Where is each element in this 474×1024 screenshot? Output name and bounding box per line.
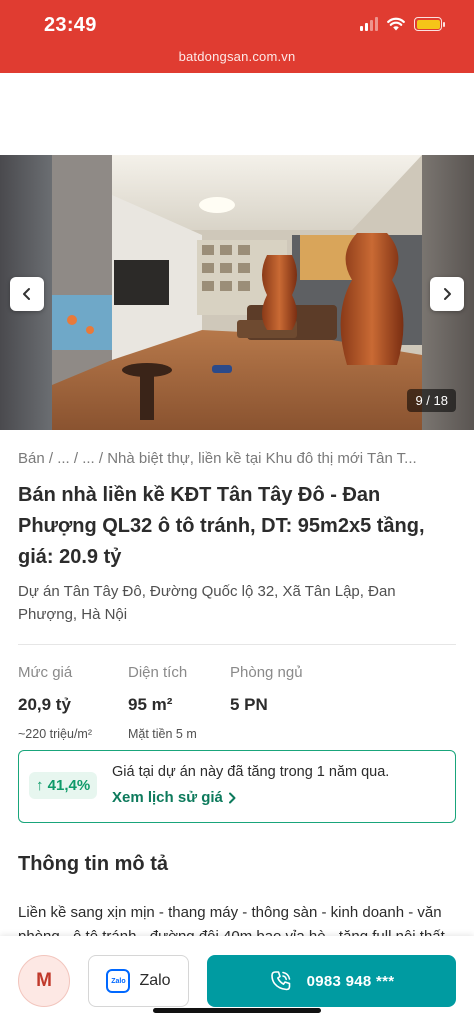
phone-number: 0983 948 *** bbox=[306, 972, 395, 990]
next-photo-button[interactable] bbox=[430, 277, 464, 311]
price-history-link[interactable]: Xem lịch sử giá bbox=[112, 789, 237, 806]
spec-bedrooms: Phòng ngủ 5 PN bbox=[230, 664, 340, 742]
status-time: 23:49 bbox=[44, 14, 97, 36]
cellular-signal-icon bbox=[360, 17, 378, 31]
spec-sub: ~220 triệu/m² bbox=[18, 727, 92, 741]
zalo-button[interactable]: Zalo Zalo bbox=[88, 955, 189, 1007]
spec-label: Mức giá bbox=[18, 664, 73, 681]
living-room-photo bbox=[52, 155, 422, 430]
url-bar[interactable]: batdongsan.com.vn bbox=[0, 49, 474, 64]
spec-value: 5 PN bbox=[230, 695, 268, 714]
price-history-label: Xem lịch sử giá bbox=[112, 789, 223, 806]
breadcrumb[interactable]: Bán / ... / ... / Nhà biệt thự, liền kề … bbox=[18, 450, 458, 467]
zalo-icon: Zalo bbox=[106, 969, 131, 993]
contact-bar: M Zalo Zalo 0983 948 *** bbox=[0, 936, 474, 1024]
price-trend-text: Giá tại dự án này đã tăng trong 1 năm qu… bbox=[112, 764, 390, 780]
zalo-label: Zalo bbox=[139, 972, 171, 989]
spec-area: Diện tích 95 m² Mặt tiền 5 m bbox=[128, 664, 230, 742]
call-button[interactable]: 0983 948 *** bbox=[207, 955, 456, 1007]
photo-counter: 9 / 18 bbox=[407, 389, 456, 412]
spec-value: 20,9 tỷ bbox=[18, 695, 71, 714]
chevron-right-icon bbox=[228, 792, 236, 803]
description-heading: Thông tin mô tả bbox=[18, 853, 168, 875]
listing-photo[interactable] bbox=[52, 155, 422, 430]
phone-icon bbox=[270, 971, 290, 991]
spec-label: Diện tích bbox=[128, 664, 188, 681]
chevron-left-icon bbox=[23, 288, 30, 300]
photo-gallery[interactable]: 9 / 18 bbox=[0, 155, 474, 430]
spec-price: Mức giá 20,9 tỷ ~220 triệu/m² bbox=[18, 664, 128, 742]
agent-avatar[interactable]: M bbox=[18, 955, 70, 1007]
status-icons bbox=[360, 17, 445, 31]
key-specs: Mức giá 20,9 tỷ ~220 triệu/m² Diện tích … bbox=[18, 664, 458, 742]
spec-label: Phòng ngủ bbox=[230, 664, 303, 681]
status-bar: 23:49 batdongsan.com.vn bbox=[0, 0, 474, 73]
spec-sub bbox=[230, 727, 340, 742]
battery-icon bbox=[414, 17, 445, 31]
price-change-badge: ↑ 41,4% bbox=[29, 772, 98, 799]
divider bbox=[18, 644, 456, 645]
previous-photo-button[interactable] bbox=[10, 277, 44, 311]
home-indicator bbox=[153, 1008, 321, 1013]
listing-title: Bán nhà liền kề KĐT Tân Tây Đô - Đan Phư… bbox=[18, 484, 425, 568]
listing-address: Dự án Tân Tây Đô, Đường Quốc lộ 32, Xã T… bbox=[18, 583, 396, 623]
spec-sub: Mặt tiền 5 m bbox=[128, 727, 197, 741]
chevron-right-icon bbox=[444, 288, 451, 300]
description-text: Liền kề sang xịn mịn - thang máy - thông… bbox=[18, 904, 449, 937]
price-trend-card[interactable]: ↑ 41,4% Giá tại dự án này đã tăng trong … bbox=[18, 750, 456, 823]
spec-value: 95 m² bbox=[128, 695, 173, 714]
wifi-icon bbox=[387, 17, 405, 31]
